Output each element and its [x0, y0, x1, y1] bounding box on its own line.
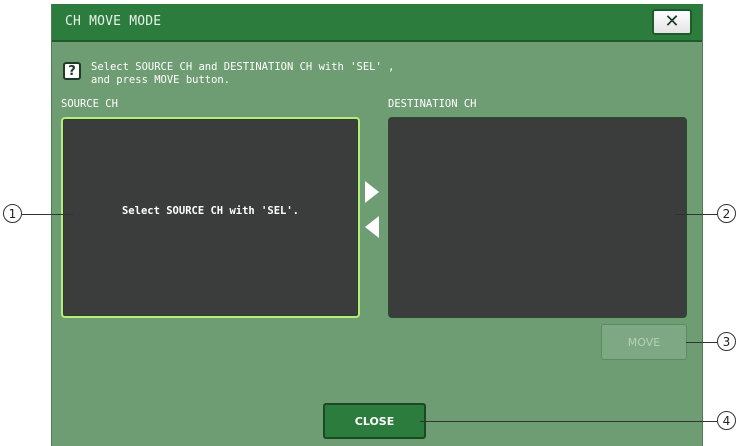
callout-1: 1	[3, 204, 22, 223]
callout-4: 4	[717, 411, 736, 430]
callout-3: 3	[717, 332, 736, 351]
callout-2-line	[675, 214, 717, 215]
arrow-left-icon	[365, 216, 379, 238]
source-ch-label: SOURCE CH	[61, 98, 118, 110]
callout-4-line	[420, 421, 717, 422]
help-icon: ?	[63, 62, 81, 80]
ch-move-mode-dialog: CH MOVE MODE ✕ ? Select SOURCE CH and DE…	[51, 4, 703, 446]
source-ch-panel[interactable]: Select SOURCE CH with 'SEL'.	[61, 117, 360, 318]
source-ch-message: Select SOURCE CH with 'SEL'.	[121, 205, 299, 217]
close-x-icon: ✕	[664, 11, 680, 32]
arrow-right-icon	[365, 181, 379, 203]
callout-1-line	[22, 214, 74, 215]
callout-2: 2	[717, 204, 736, 223]
title-bar: CH MOVE MODE ✕	[52, 4, 702, 42]
destination-ch-panel[interactable]	[388, 117, 687, 318]
dialog-title: CH MOVE MODE	[65, 14, 162, 29]
instruction-line-1: Select SOURCE CH and DESTINATION CH with…	[91, 61, 395, 73]
instruction-line-2: and press MOVE button.	[91, 74, 231, 86]
destination-ch-label: DESTINATION CH	[388, 98, 477, 110]
move-button[interactable]: MOVE	[601, 324, 687, 360]
close-x-button[interactable]: ✕	[652, 9, 692, 35]
close-button[interactable]: CLOSE	[323, 403, 426, 439]
callout-3-line	[686, 342, 717, 343]
